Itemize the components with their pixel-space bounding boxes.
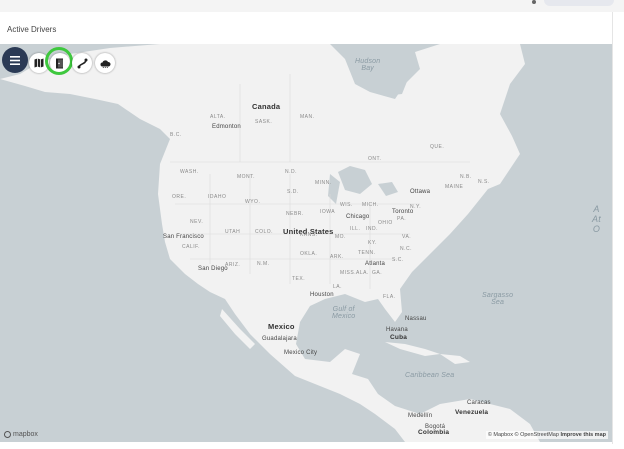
menu-icon [10,55,20,65]
mapbox-logo-text: mapbox [13,431,38,438]
state-wis: WIS. [340,202,353,208]
route-icon [77,58,87,68]
state-sask: SASK. [255,119,273,125]
state-pa: PA. [397,216,407,222]
state-tenn: TENN. [358,250,376,256]
state-wyo: WYO. [245,199,261,205]
attribution-osm-link[interactable]: © OpenStreetMap [515,432,559,438]
route-button[interactable] [72,53,92,73]
state-ga: GA. [372,270,383,276]
city-san-francisco: San Francisco [163,234,204,240]
state-iowa: IOWA [320,209,336,215]
state-ala: ALA. [356,270,369,276]
state-ore: ORE. [172,194,187,200]
cuba-label: Cuba [390,334,408,341]
state-ny: N.Y. [410,204,422,210]
city-medellin: Medellín [408,413,433,419]
state-ns: N.S. [478,179,490,185]
state-mont: MONT. [237,174,256,180]
attribution-mapbox-link[interactable]: © Mapbox [488,432,513,438]
city-havana: Havana [386,327,408,333]
state-kans: KANS. [300,232,318,238]
state-que: QUE. [430,144,445,150]
city-bogota: Bogotá [425,424,446,430]
state-ind: IND. [366,226,378,232]
city-houston: Houston [310,292,334,298]
gulf-of-mexico-label: Gulf of Mexico [332,306,356,320]
state-alta: ALTA. [210,114,226,120]
panel-title: Active Drivers [7,25,57,34]
state-calif: CALIF. [182,244,201,250]
state-ohio: OHIO [378,220,393,226]
state-va: VA. [402,234,412,240]
top-right-control[interactable] [544,0,614,6]
menu-button[interactable] [2,47,28,73]
city-ottawa: Ottawa [410,189,431,195]
colombia-label: Colombia [418,429,450,436]
weather-button[interactable] [95,53,115,73]
venezuela-label: Venezuela [455,409,489,416]
map-canvas[interactable]: Hudson Bay Gulf of Mexico Sargasso Sea C… [0,44,612,442]
state-idaho: IDAHO [208,194,227,200]
state-utah: UTAH [225,229,241,235]
state-mich: MICH. [362,202,379,208]
map-landmass [0,44,540,442]
state-fla: FLA. [383,294,396,300]
state-colo: COLO. [255,229,274,235]
city-edmonton: Edmonton [212,124,241,130]
hudson-bay-label: Hudson Bay [355,58,381,72]
state-ariz: ARIZ. [225,262,241,268]
state-ark: ARK. [330,254,344,260]
atlantic-ocean-label: A At O [592,204,601,234]
mapbox-logo[interactable]: mapbox [4,431,38,438]
city-caracas: Caracas [467,400,491,406]
state-maine: MAINE [445,184,464,190]
canada-label: Canada [252,102,281,111]
state-tex: TEX. [292,276,306,282]
cloud-icon [100,59,111,68]
city-nassau: Nassau [405,316,427,322]
state-nc: N.C. [400,246,412,252]
city-mexico-city: Mexico City [284,350,318,356]
state-man: MAN. [300,114,315,120]
map-attribution: © Mapbox © OpenStreetMap Improve this ma… [485,431,608,439]
state-la: LA. [333,284,343,290]
sargasso-sea-label: Sargasso Sea [482,292,514,306]
top-dot [532,0,536,4]
city-san-diego: San Diego [198,266,228,272]
state-sc: S.C. [392,257,404,263]
state-minn: MINN. [315,180,332,186]
city-chicago: Chicago [346,214,370,220]
improve-map-link[interactable]: Improve this map [560,432,606,438]
city-atlanta: Atlanta [365,261,386,267]
state-nd: N.D. [285,169,297,175]
state-ky: KY. [368,240,377,246]
mapbox-logo-icon [4,431,11,438]
city-guadalajara: Guadalajara [262,336,297,342]
state-ont: ONT. [368,156,382,162]
state-nb: N.B. [460,174,472,180]
active-button-highlight [45,47,73,75]
state-nev: NEV. [190,219,204,225]
state-mo: MO. [335,234,346,240]
state-ill: ILL. [350,226,361,232]
caribbean-sea-label: Caribbean Sea [405,372,455,379]
state-bc: B.C. [170,132,182,138]
state-sd: S.D. [287,189,299,195]
mexico-label: Mexico [268,322,295,331]
state-miss: MISS. [340,270,357,276]
state-nm: N.M. [257,261,270,267]
top-strip [0,0,624,12]
state-nebr: NEBR. [286,211,304,217]
map-icon [34,58,44,68]
state-wash: WASH. [180,169,199,175]
state-okla: OKLA. [300,251,318,257]
